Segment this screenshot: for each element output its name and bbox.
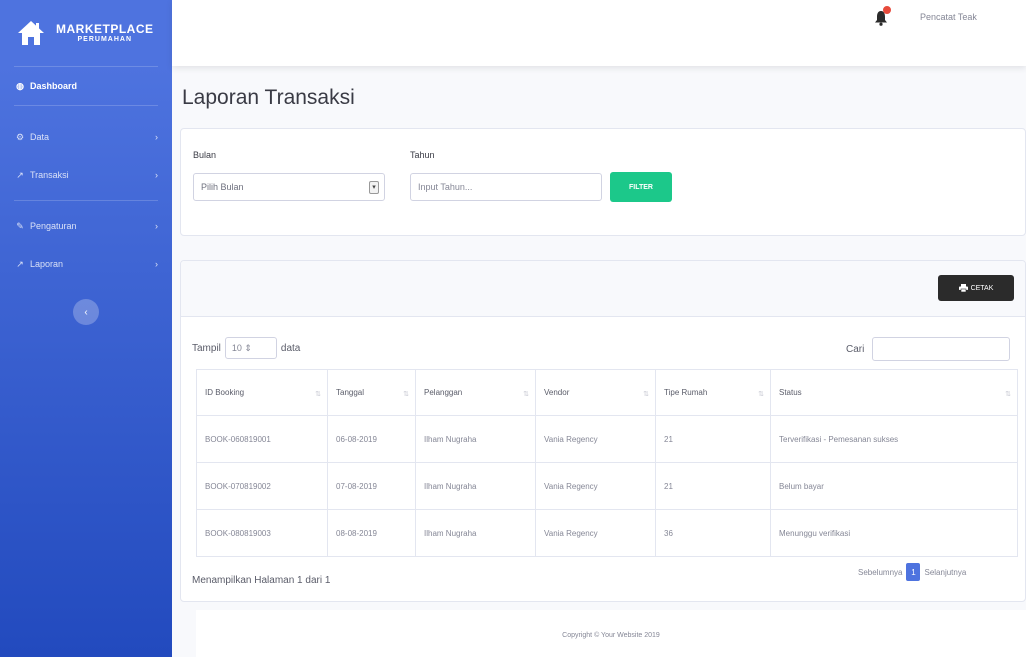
sidebar-item-label: Laporan [30,259,64,269]
tahun-input[interactable]: Input Tahun... [410,173,602,201]
house-icon [18,21,44,45]
sort-icon: ⇅ [758,391,764,398]
search-input[interactable] [872,337,1011,361]
cell-vendor: Vania Regency [535,462,656,510]
cell-pelanggan: Ilham Nugraha [415,415,536,463]
filter-button[interactable]: FILTER [610,172,672,202]
column-header[interactable]: Tipe Rumah ⇅ [655,369,771,416]
pagination: Sebelumnya 1 Selanjutnya [858,563,966,581]
sidebar-item-dashboard[interactable]: ◍ Dashboard [0,67,172,105]
wrench-icon: ✎ [16,220,24,231]
cell-tanggal: 07-08-2019 [327,462,416,510]
cell-id-booking: BOOK-080819003 [196,509,328,557]
length-prefix: Tampil [192,342,221,354]
gear-icon: ⚙ [15,131,25,142]
user-name[interactable]: Pencatat Teak [920,12,977,22]
sort-icon: ⇅ [523,391,529,398]
column-header[interactable]: Tanggal ⇅ [327,369,416,416]
sidebar-item-transaksi[interactable]: ↗ Transaksi › [0,156,172,194]
chevron-right-icon: › [155,221,158,231]
chevron-right-icon: › [155,132,158,142]
column-header[interactable]: Vendor ⇅ [535,369,656,416]
sort-icon: ⇅ [643,391,649,398]
print-button-label: CETAK [970,284,994,292]
sidebar-toggle-button[interactable]: ‹ [73,299,99,325]
cell-id-booking: BOOK-060819001 [196,415,328,463]
table-info: Menampilkan Halaman 1 dari 1 [192,575,331,586]
page-title: Laporan Transaksi [182,86,355,109]
bulan-select-value: Pilih Bulan [201,182,244,192]
column-header[interactable]: Status ⇅ [770,369,1018,416]
filter-card: Bulan Pilih Bulan ▾ Tahun Input Tahun...… [180,128,1026,236]
chevron-right-icon: › [155,259,158,269]
table-card-header: CETAK [181,261,1025,317]
bulan-label: Bulan [193,150,217,160]
topbar: Pencatat Teak [172,0,1026,66]
printer-icon [958,284,968,292]
table-row: BOOK-060819001 06-08-2019 Ilham Nugraha … [196,415,1018,463]
table-row: BOOK-080819003 08-08-2019 Ilham Nugraha … [196,509,1018,557]
sidebar: MARKETPLACE PERUMAHAN ◍ Dashboard ⚙ Data… [0,0,172,657]
cell-status: Belum bayar [770,462,1018,510]
table-card: CETAK Tampil 10 ⇕ data Cari ID Booking ⇅ … [180,260,1026,602]
cell-pelanggan: Ilham Nugraha [415,509,536,557]
pagination-next[interactable]: Selanjutnya [924,568,966,577]
length-select[interactable]: 10 ⇕ [224,337,277,359]
print-button[interactable]: CETAK [938,275,1014,301]
cell-tipe-rumah: 21 [655,462,771,510]
notification-badge [883,6,891,14]
sort-icon: ⇅ [315,391,321,398]
sidebar-item-data[interactable]: ⚙ Data › [0,118,172,156]
sort-icon: ⇅ [403,391,409,398]
sidebar-item-label: Pengaturan [30,221,77,231]
length-suffix: data [280,342,301,354]
select-arrow-icon: ▾ [369,181,379,194]
transactions-table: ID Booking ⇅ Tanggal ⇅ Pelanggan ⇅ Vendor ⇅ … [196,369,1018,557]
pagination-page[interactable]: 1 [906,563,921,581]
cell-tanggal: 08-08-2019 [327,509,416,557]
cell-tipe-rumah: 21 [655,415,771,463]
cell-pelanggan: Ilham Nugraha [415,462,536,510]
cell-tipe-rumah: 36 [655,509,771,557]
cell-id-booking: BOOK-070819002 [196,462,328,510]
length-control: Tampil 10 ⇕ data [192,337,300,359]
brand[interactable]: MARKETPLACE PERUMAHAN [0,0,172,66]
sidebar-item-label: Transaksi [30,170,69,180]
cell-vendor: Vania Regency [535,415,656,463]
cell-status: Menunggu verifikasi [770,509,1018,557]
length-value: 10 [231,343,242,353]
sort-icon: ⇅ [1005,391,1011,398]
chevron-left-icon: ‹ [84,306,88,318]
bulan-select[interactable]: Pilih Bulan ▾ [193,173,385,201]
pagination-prev[interactable]: Sebelumnya [858,568,902,577]
footer: Copyright © Your Website 2019 [196,610,1026,657]
brand-title: MARKETPLACE [56,21,154,36]
tahun-label: Tahun [410,150,435,160]
cell-tanggal: 06-08-2019 [327,415,416,463]
sidebar-item-label: Dashboard [30,81,78,91]
search-label: Cari [846,343,865,355]
table-row: BOOK-070819002 07-08-2019 Ilham Nugraha … [196,462,1018,510]
sidebar-item-pengaturan[interactable]: ✎ Pengaturan › [0,207,172,245]
search-control: Cari [846,337,1011,361]
column-header[interactable]: ID Booking ⇅ [196,369,328,416]
cell-vendor: Vania Regency [535,509,656,557]
cell-status: Terverifikasi - Pemesanan sukses [770,415,1018,463]
chart-icon: ↗ [16,258,24,269]
column-header[interactable]: Pelanggan ⇅ [415,369,536,416]
chevron-right-icon: › [155,170,158,180]
brand-subtitle: PERUMAHAN [77,35,132,43]
dashboard-icon: ◍ [16,80,24,91]
sidebar-item-label: Data [30,132,50,142]
sidebar-item-laporan[interactable]: ↗ Laporan › [0,245,172,283]
chart-icon: ↗ [16,169,24,180]
